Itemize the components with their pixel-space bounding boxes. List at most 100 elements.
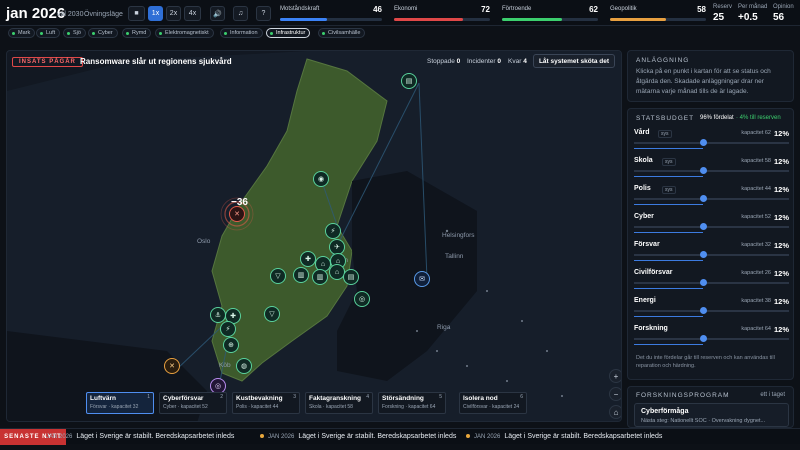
meter-economy: Ekonomi 72 xyxy=(394,5,490,22)
facility-node-transport[interactable]: ⊕ xyxy=(223,337,239,353)
filter-civil-society[interactable]: Civilsamhälle xyxy=(318,28,366,38)
budget-percent: 12% xyxy=(773,213,789,222)
filter-rymd[interactable]: Rymd xyxy=(122,28,152,38)
action-card-coast-guard[interactable]: Kustbevakning Polis · kapacitet 44 3 xyxy=(232,392,300,414)
map-view[interactable]: Oslo Helsingfors Tallinn Riga Köb lm ▤ ◉… xyxy=(6,50,622,422)
facility-node-factory2[interactable]: ▥ xyxy=(312,269,328,285)
budget-label: Polis xyxy=(634,185,651,192)
filter-sjo[interactable]: Sjö xyxy=(63,28,86,38)
facility-node-port[interactable]: ⚓ xyxy=(210,307,226,323)
reset-view-button[interactable]: ⌂ xyxy=(609,405,621,419)
budget-slider[interactable] xyxy=(634,223,789,230)
facility-node-comms[interactable]: ✉ xyxy=(414,271,430,287)
budget-slider-handle[interactable] xyxy=(699,167,707,174)
city-tallinn: Tallinn xyxy=(445,253,464,260)
zoom-in-button[interactable]: + xyxy=(609,369,621,383)
facility-panel: ANLÄGGNING Klicka på en punkt i kartan f… xyxy=(627,50,794,102)
music-icon[interactable]: ♫ xyxy=(233,6,248,21)
budget-label: Försvar xyxy=(634,241,660,248)
budget-slider-handle[interactable] xyxy=(699,139,707,146)
filter-cyber[interactable]: Cyber xyxy=(88,28,118,38)
budget-slider-handle[interactable] xyxy=(699,251,707,258)
budget-fill xyxy=(634,148,703,149)
stat-per-month: Per månad +0.5 xyxy=(738,4,768,23)
filter-mark[interactable]: Mark xyxy=(8,28,36,38)
budget-row-vård: Vård sys kapacitet 62 12% xyxy=(634,129,789,155)
incident-headline: Ransomware slår ut regionens sjukvård xyxy=(80,57,232,66)
budget-slider-handle[interactable] xyxy=(699,335,707,342)
facility-node-internet[interactable]: ◎ xyxy=(354,291,370,307)
speed-1x-button[interactable]: 1x xyxy=(148,6,163,21)
budget-fill xyxy=(634,204,703,205)
meter-trust: Förtroende 62 xyxy=(502,5,598,22)
budget-label: Cyber xyxy=(634,213,654,220)
filter-information[interactable]: Information xyxy=(220,28,263,38)
capacity-label: kapacitet 32 xyxy=(741,242,771,248)
budget-fill xyxy=(634,260,703,261)
filter-infrastructure[interactable]: Infrastruktur xyxy=(266,28,311,38)
news-item: JAN 2026 Läget i Sverige är stabilt. Bere… xyxy=(260,433,456,440)
facility-node-cable[interactable]: ✕ xyxy=(164,358,180,374)
stat-opinion: Opinion 56 xyxy=(773,4,794,23)
budget-fill xyxy=(634,344,703,345)
facility-node-water2[interactable]: ▽ xyxy=(264,306,280,322)
research-mode: ett i taget xyxy=(760,392,785,398)
facility-node-hospital[interactable]: ✚ xyxy=(300,251,316,267)
budget-slider[interactable] xyxy=(634,139,789,146)
facility-node-server[interactable]: ▤ xyxy=(401,73,417,89)
facility-node-attacked[interactable]: ✕ xyxy=(229,206,245,222)
budget-slider-handle[interactable] xyxy=(699,279,707,286)
top-bar: jan 2026 val 2030 Övningsläge ■ 1x 2x 4x… xyxy=(0,0,800,26)
research-item[interactable]: Cyberförmåga Nästa steg: Nationellt SOC … xyxy=(634,403,789,427)
budget-fill xyxy=(634,288,703,289)
budget-slider-handle[interactable] xyxy=(699,223,707,230)
sound-icon[interactable]: 🔊 xyxy=(210,6,225,21)
action-card-cyber-defense[interactable]: Cyberförsvar Cyber · kapacitet 52 2 xyxy=(159,392,227,414)
budget-slider[interactable] xyxy=(634,195,789,202)
budget-row-cyber: Cyber kapacitet 52 12% xyxy=(634,213,789,239)
budget-slider[interactable] xyxy=(634,167,789,174)
action-card-isolate-node[interactable]: Isolera nod Civilförsvar · kapacitet 24 6 xyxy=(459,392,527,414)
budget-panel: STATSBUDGET 96% fördelat · 4% till reser… xyxy=(627,108,794,380)
facility-node-factory[interactable]: ▥ xyxy=(293,267,309,283)
filter-electromagnetic[interactable]: Elektromagnetiskt xyxy=(155,28,214,38)
zoom-out-button[interactable]: − xyxy=(609,387,621,401)
action-card-air-defense[interactable]: Luftvärn Försvar · kapacitet 32 1 xyxy=(86,392,154,414)
city-riga: Riga xyxy=(437,324,451,331)
facility-node-water3[interactable]: ◍ xyxy=(236,358,252,374)
budget-fill xyxy=(634,232,703,233)
action-card-jamming[interactable]: Störsändning Forskning · kapacitet 64 5 xyxy=(378,392,446,414)
news-item: JAN 2026 Läget i Sverige är stabilt. Bere… xyxy=(46,433,235,440)
auto-resolve-button[interactable]: Låt systemet sköta det xyxy=(533,54,615,68)
system-tag: sys xyxy=(662,186,676,194)
budget-fill xyxy=(634,316,703,317)
budget-footer: Det du inte fördelar går till reserven o… xyxy=(636,355,775,369)
action-card-fact-check[interactable]: Faktagranskning Skola · kapacitet 58 4 xyxy=(305,392,373,414)
budget-slider[interactable] xyxy=(634,307,789,314)
speed-4x-button[interactable]: 4x xyxy=(184,6,201,21)
pause-button[interactable]: ■ xyxy=(128,6,145,21)
capacity-label: kapacitet 52 xyxy=(741,214,771,220)
budget-label: Vård xyxy=(634,129,650,136)
facility-panel-text: Klicka på en punkt i kartan för att se s… xyxy=(636,68,771,95)
facility-node-storage[interactable]: ▤ xyxy=(343,269,359,285)
budget-percent: 12% xyxy=(773,269,789,278)
budget-slider-handle[interactable] xyxy=(699,307,707,314)
facility-node-power2[interactable]: ⚡ xyxy=(220,321,236,337)
stat-reserve: Reserv 25 xyxy=(713,4,733,23)
budget-slider[interactable] xyxy=(634,251,789,258)
budget-label: Energi xyxy=(634,297,656,304)
goal-label: val 2030 xyxy=(57,11,84,18)
budget-slider-handle[interactable] xyxy=(699,195,707,202)
facility-panel-title: ANLÄGGNING xyxy=(636,57,690,64)
help-button[interactable]: ? xyxy=(256,6,271,21)
facility-node-water[interactable]: ▽ xyxy=(270,268,286,284)
facility-node-radio[interactable]: ◉ xyxy=(313,171,329,187)
capacity-label: kapacitet 62 xyxy=(741,130,771,136)
filter-luft[interactable]: Luft xyxy=(36,28,61,38)
facility-node-power[interactable]: ⚡ xyxy=(325,223,341,239)
speed-2x-button[interactable]: 2x xyxy=(166,6,181,21)
budget-slider[interactable] xyxy=(634,335,789,342)
budget-slider[interactable] xyxy=(634,279,789,286)
capacity-label: kapacitet 58 xyxy=(741,158,771,164)
